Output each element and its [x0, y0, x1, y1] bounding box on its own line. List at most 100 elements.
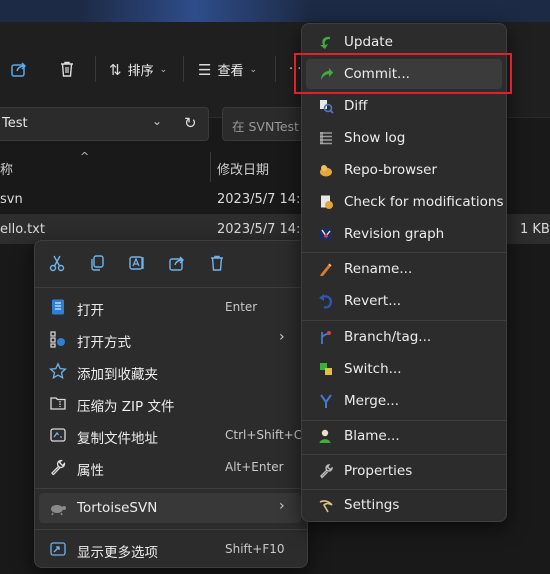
- svn-switch[interactable]: Switch...: [306, 354, 502, 384]
- chevron-down-icon: ⌄: [249, 64, 258, 75]
- toolbar-separator: [275, 56, 276, 82]
- refresh-icon[interactable]: ↻: [184, 114, 197, 132]
- svn-item-label: Show log: [344, 130, 406, 146]
- svn-settings[interactable]: Settings: [306, 490, 502, 520]
- check-modifications-icon: [321, 195, 333, 209]
- menu-item-open[interactable]: 打开 Enter: [39, 292, 301, 322]
- svn-branch-tag[interactable]: Branch/tag...: [306, 322, 502, 352]
- delete-button[interactable]: [203, 249, 231, 277]
- star-icon: [49, 362, 67, 380]
- column-modified[interactable]: 修改日期: [217, 159, 269, 178]
- share-button[interactable]: [163, 249, 191, 277]
- blame-icon: [319, 429, 331, 443]
- menu-item-label: 打开: [77, 303, 104, 319]
- view-icon: ☰: [198, 60, 212, 79]
- svn-repo-browser[interactable]: Repo-browser: [306, 155, 502, 185]
- menu-item-shortcut: Ctrl+Shift+C: [225, 428, 303, 442]
- svn-rename[interactable]: Rename...: [306, 254, 502, 284]
- menu-divider: [35, 287, 307, 288]
- svn-check-modifications[interactable]: Check for modifications: [306, 187, 504, 217]
- menu-item-label: 复制文件地址: [77, 431, 158, 447]
- address-bar[interactable]: Test ⌄: [0, 107, 209, 141]
- view-button[interactable]: ☰ 查看 ⌄: [198, 60, 258, 80]
- menu-divider: [35, 488, 307, 489]
- sort-button[interactable]: ⇅ 排序 ⌄: [109, 60, 168, 80]
- toolbar-separator: [95, 56, 96, 82]
- column-divider: [210, 152, 211, 182]
- sort-label: 排序: [127, 64, 154, 79]
- menu-item-label: 压缩为 ZIP 文件: [77, 399, 175, 415]
- copy-icon: [91, 255, 104, 271]
- open-with-icon: [50, 331, 65, 348]
- repo-browser-icon: [320, 165, 332, 177]
- more-options-icon: [50, 542, 66, 556]
- svn-item-label: Rename...: [344, 261, 413, 277]
- svn-item-label: Settings: [344, 497, 400, 513]
- svn-blame[interactable]: Blame...: [306, 421, 502, 451]
- svn-item-label: Update: [344, 34, 393, 50]
- row-size: 1 KB: [520, 222, 550, 237]
- menu-item-add-favorites[interactable]: 添加到收藏夹: [39, 356, 301, 386]
- svn-item-label: Properties: [344, 463, 413, 479]
- cut-button[interactable]: [43, 249, 71, 277]
- menu-item-tortoisesvn[interactable]: TortoiseSVN ›: [39, 493, 301, 523]
- svn-item-label: Blame...: [344, 428, 400, 444]
- delete-button[interactable]: [58, 60, 76, 82]
- sort-ascending-icon: ^: [80, 150, 90, 163]
- update-icon: [320, 36, 330, 49]
- menu-item-compress-zip[interactable]: 压缩为 ZIP 文件: [39, 388, 301, 418]
- share-icon: [169, 256, 184, 271]
- menu-item-label: 添加到收藏夹: [77, 367, 158, 383]
- menu-divider: [302, 454, 506, 455]
- share-button[interactable]: [10, 60, 28, 82]
- column-header-row: 称 ^ 修改日期: [0, 150, 300, 184]
- menu-item-show-more-options[interactable]: 显示更多选项 Shift+F10: [39, 534, 301, 564]
- trash-icon: [61, 61, 73, 77]
- diff-icon: [320, 100, 334, 114]
- rename-button[interactable]: [123, 249, 151, 277]
- svn-item-label: Repo-browser: [344, 162, 438, 178]
- svn-item-label: Diff: [344, 98, 368, 114]
- row-name: svn: [0, 192, 23, 207]
- menu-item-label: TortoiseSVN: [77, 500, 158, 516]
- address-dropdown-icon[interactable]: ⌄: [152, 114, 162, 128]
- chevron-right-icon: ›: [279, 498, 285, 514]
- trash-icon: [211, 255, 223, 271]
- menu-divider: [302, 252, 506, 253]
- branch-icon: [321, 331, 331, 344]
- switch-icon: [320, 363, 332, 375]
- menu-item-open-with[interactable]: 打开方式 ›: [39, 324, 301, 354]
- svn-revision-graph[interactable]: Revision graph: [306, 219, 502, 249]
- svn-revert[interactable]: Revert...: [306, 286, 502, 316]
- menu-item-label: 显示更多选项: [77, 545, 158, 561]
- menu-item-shortcut: Alt+Enter: [225, 460, 284, 474]
- revision-graph-icon: [320, 228, 332, 240]
- menu-item-shortcut: Enter: [225, 300, 258, 314]
- menu-item-copy-path[interactable]: 复制文件地址 Ctrl+Shift+C: [39, 420, 303, 450]
- log-icon: [320, 132, 332, 145]
- column-name[interactable]: 称: [0, 159, 13, 178]
- chevron-right-icon: ›: [279, 329, 285, 345]
- tortoisesvn-submenu: Update Commit... Diff Show log Repo-brow…: [301, 23, 507, 522]
- chevron-down-icon: ⌄: [159, 64, 168, 75]
- address-path: Test: [2, 116, 28, 131]
- rename-icon: [129, 256, 144, 270]
- window-top-strip: [0, 0, 550, 22]
- svn-merge[interactable]: Merge...: [306, 386, 502, 416]
- tortoise-icon: [51, 505, 66, 516]
- row-name: ello.txt: [0, 222, 45, 237]
- view-label: 查看: [217, 64, 244, 79]
- top-strip-glow: [80, 0, 310, 22]
- search-placeholder: 在 SVNTest: [232, 119, 299, 134]
- toolbar-separator: [183, 56, 184, 82]
- copy-button[interactable]: [83, 249, 111, 277]
- zip-icon: [50, 397, 66, 410]
- svn-show-log[interactable]: Show log: [306, 123, 502, 153]
- svn-properties[interactable]: Properties: [306, 456, 502, 486]
- open-icon: [52, 299, 64, 315]
- scissors-icon: [49, 255, 65, 272]
- svn-diff[interactable]: Diff: [306, 91, 502, 121]
- menu-divider: [35, 529, 307, 530]
- menu-item-label: 打开方式: [77, 335, 131, 351]
- menu-item-properties[interactable]: 属性 Alt+Enter: [39, 452, 301, 482]
